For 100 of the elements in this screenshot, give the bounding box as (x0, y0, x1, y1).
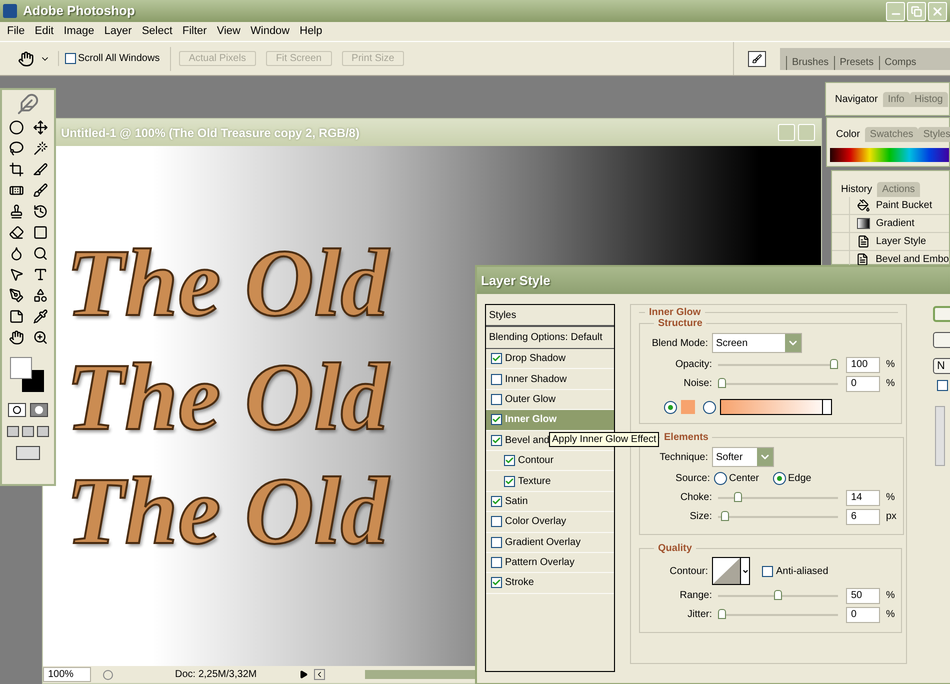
jump-to-icon[interactable] (16, 446, 40, 460)
menu-item[interactable]: View (212, 23, 246, 40)
palette-tab[interactable]: Presets (834, 56, 879, 70)
checkbox[interactable] (491, 434, 502, 446)
radio-button[interactable] (773, 472, 786, 485)
menu-item[interactable]: Edit (30, 23, 59, 40)
foreground-color-swatch[interactable] (10, 357, 32, 379)
scroll-left-icon[interactable] (314, 669, 325, 680)
slider-thumb[interactable] (734, 492, 742, 502)
effect-item[interactable]: Inner Shadow (486, 369, 614, 390)
list-header[interactable]: Styles (486, 305, 614, 327)
checkbox[interactable] (491, 374, 502, 385)
menu-item[interactable]: Image (58, 23, 100, 40)
slider-track[interactable] (718, 609, 838, 620)
value-field[interactable]: 50 (846, 588, 880, 604)
slider-track[interactable] (718, 492, 838, 503)
value-field[interactable]: 100 (846, 356, 880, 372)
checkbox[interactable] (504, 455, 515, 466)
effect-item[interactable]: Pattern Overlay (486, 552, 614, 574)
knife-icon[interactable] (32, 162, 48, 177)
effect-item[interactable]: Stroke (486, 573, 614, 594)
hand-icon[interactable] (18, 50, 34, 66)
wand-icon[interactable] (32, 141, 48, 156)
checkbox[interactable] (491, 496, 502, 507)
brush-icon[interactable] (32, 183, 48, 198)
history-icon[interactable] (32, 204, 48, 219)
eyedropper-icon[interactable] (32, 309, 48, 324)
zoom-field[interactable]: 100% (43, 667, 91, 682)
radio-button[interactable] (664, 400, 677, 414)
menu-item[interactable]: Help (294, 23, 328, 40)
checkbox[interactable] (491, 516, 502, 528)
effect-item[interactable]: Texture (486, 471, 614, 492)
screen-mode-button[interactable] (7, 426, 19, 437)
checkbox[interactable] (762, 566, 773, 576)
checkbox[interactable] (65, 53, 76, 64)
value-field[interactable]: 0 (846, 376, 880, 392)
zoom-icon[interactable] (32, 330, 48, 345)
effect-item[interactable]: Satin (486, 492, 614, 512)
menu-item[interactable]: Layer (99, 23, 137, 40)
color-spectrum[interactable] (830, 148, 949, 162)
magnifier-icon[interactable] (32, 246, 48, 261)
effect-item[interactable]: Contour (486, 450, 614, 472)
menu-item[interactable]: File (2, 23, 30, 40)
menu-item[interactable]: Filter (177, 23, 212, 40)
ellipse-icon[interactable] (8, 120, 24, 135)
dropdown[interactable]: Softer (712, 447, 774, 467)
checkbox[interactable] (491, 536, 502, 548)
type-icon[interactable] (32, 267, 48, 282)
hand-icon[interactable] (8, 330, 24, 345)
slider-track[interactable] (718, 378, 838, 389)
shapes-icon[interactable] (32, 288, 48, 303)
effect-item[interactable]: Color Overlay (486, 512, 614, 533)
menu-item[interactable]: Window (246, 23, 295, 40)
checkbox[interactable] (491, 353, 502, 364)
value-field[interactable]: 6 (846, 508, 880, 524)
color-swatch[interactable] (681, 400, 695, 414)
stamp-icon[interactable] (8, 204, 24, 219)
status-icon[interactable] (103, 670, 113, 680)
checkbox[interactable] (491, 577, 502, 588)
caret-icon[interactable] (742, 568, 748, 574)
slider-thumb[interactable] (721, 511, 730, 521)
slider-track[interactable] (718, 590, 838, 601)
checkbox[interactable] (491, 394, 502, 405)
eraser-icon[interactable] (8, 225, 24, 240)
value-field[interactable]: 0 (846, 606, 880, 622)
effect-item[interactable]: Gradient Overlay (486, 532, 614, 553)
history-item[interactable]: Paint Bucket (876, 198, 932, 213)
checkbox[interactable] (937, 380, 948, 391)
history-item[interactable]: Layer Style (876, 234, 926, 249)
standard-mode-button[interactable] (8, 403, 26, 417)
blending-options-item[interactable]: Blending Options: Default (486, 327, 614, 349)
slider-thumb[interactable] (718, 378, 726, 388)
background-color-swatch[interactable] (22, 370, 44, 392)
slider-thumb[interactable] (718, 609, 726, 619)
contour-picker[interactable] (712, 557, 750, 585)
play-icon[interactable] (299, 670, 308, 679)
slider-track[interactable] (718, 359, 838, 370)
slider-thumb[interactable] (830, 359, 838, 369)
value-field[interactable]: 14 (846, 490, 880, 506)
menu-item[interactable]: Select (136, 23, 178, 40)
radio-button[interactable] (703, 400, 716, 414)
screen-mode-button[interactable] (37, 426, 49, 437)
palette-tab[interactable]: Comps (878, 56, 922, 70)
pointer-icon[interactable] (8, 267, 24, 282)
palette-icon[interactable] (748, 50, 766, 66)
lasso-icon[interactable] (8, 141, 24, 156)
history-item[interactable]: Gradient (876, 216, 914, 231)
bandage-icon[interactable] (8, 183, 24, 198)
gradient-picker[interactable] (720, 399, 832, 415)
new-style-button[interactable]: N (933, 358, 950, 374)
effect-item[interactable]: Drop Shadow (486, 349, 614, 370)
palette-tab[interactable]: Brushes (786, 56, 834, 70)
screen-mode-button[interactable] (22, 426, 34, 437)
pen-icon[interactable] (8, 288, 24, 303)
crop-icon[interactable] (8, 162, 24, 177)
history-item[interactable]: Bevel and Embo (876, 252, 949, 267)
square-icon[interactable] (32, 225, 48, 240)
droplet-icon[interactable] (8, 246, 24, 261)
slider-thumb[interactable] (774, 590, 782, 600)
note-icon[interactable] (8, 309, 24, 324)
